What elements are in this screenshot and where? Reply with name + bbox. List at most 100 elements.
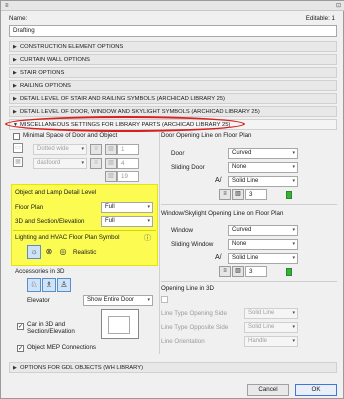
info-icon[interactable]: ⓘ [144,233,151,243]
object-lamp-title: Object and Lamp Detail Level [15,189,97,196]
cross-circle-icon[interactable]: ⊗ [42,245,56,259]
lamp-symbol-icon[interactable]: ☼ [27,245,41,259]
pen-weight-icon[interactable]: ≡ [219,189,231,200]
pen-number-3[interactable]: 19 [117,171,139,182]
pen-number-2[interactable]: 4 [117,158,139,169]
accessory-figure-icon[interactable]: ♗ [42,278,56,292]
elevator-value: Show Entire Door [87,297,135,303]
divider [161,281,337,282]
window-pen-number[interactable]: 3 [245,266,267,277]
section-door-window-symbols[interactable]: ▶ DETAIL LEVEL OF DOOR, WINDOW AND SKYLI… [9,106,337,117]
floor-plan-select[interactable]: Full ▾ [101,202,153,213]
accessory-chair-icon[interactable]: ♘ [27,278,41,292]
pen-weight-icon[interactable]: ≡ [219,266,231,277]
min-space-checkbox[interactable] [13,133,20,140]
pen-color-swatch[interactable] [286,191,292,199]
section-elevation-value: Full [105,218,115,224]
realistic-label: Realistic [73,249,97,256]
mep-checkbox[interactable]: ✓ [17,345,24,352]
sliding-door-value: None [232,164,247,170]
door-line-type-select[interactable]: Solid Line ▾ [228,176,298,187]
opening-3d-checkbox[interactable] [161,296,168,303]
line-style-icon: A/ [215,254,222,261]
realistic-symbol-icon[interactable]: ◎ [56,245,70,259]
line-orientation-value: Handle [248,338,268,344]
pen-number-1[interactable]: 1 [117,144,139,155]
min-space-label: Minimal Space of Door and Object [23,132,118,139]
menu-icon[interactable]: ≡ [5,3,9,9]
fill-icon[interactable]: ▧ [105,144,117,155]
ok-button[interactable]: OK [295,384,337,396]
pen-weight-icon[interactable]: ≡ [90,144,102,155]
chevron-right-icon: ▶ [13,83,17,89]
line-type-opposite-label: Line Type Opposite Side [161,324,229,331]
window-line-type-value: Solid Line [232,255,259,261]
sliding-door-select[interactable]: None ▾ [228,162,298,173]
chevron-down-icon: ▾ [292,310,295,316]
chevron-down-icon: ▾ [292,338,295,344]
line-style-icon: A/ [215,177,222,184]
section-gdl-objects[interactable]: ▶ OPTIONS FOR GDL OBJECTS (WH LIBRARY) [9,362,337,373]
section-stair[interactable]: ▶ STAIR OPTIONS [9,67,337,78]
section-elevation-label: 3D and Section/Elevation [15,218,85,225]
editable-indicator: Editable: 1 [305,15,335,22]
door-pen-number[interactable]: 3 [245,189,267,200]
divider [13,230,156,231]
dialog-titlebar: ≡ ⊡ [1,1,344,11]
chevron-down-icon: ▾ [147,297,150,303]
options-dialog: ≡ ⊡ Name: Editable: 1 Drafting ▶ CONSTRU… [0,0,344,399]
chevron-right-icon: ▶ [13,109,17,115]
section-label: CURTAIN WALL OPTIONS [20,57,90,63]
fill-icon[interactable]: ▧ [232,189,244,200]
section-construction-element[interactable]: ▶ CONSTRUCTION ELEMENT OPTIONS [9,41,337,52]
pin-icon[interactable]: ⊡ [336,2,341,9]
chevron-down-icon: ▾ [292,150,295,156]
cancel-button[interactable]: Cancel [247,384,289,396]
section-elevation-select[interactable]: Full ▾ [101,216,153,227]
name-input[interactable]: Drafting [9,25,337,37]
car-3d-label: Car in 3D and Section/Elevation [27,321,75,335]
section-label: CONSTRUCTION ELEMENT OPTIONS [20,44,124,50]
window-opening-title: Window/Skylight Opening Line on Floor Pl… [161,210,284,217]
section-stair-railing-symbols[interactable]: ▶ DETAIL LEVEL OF STAIR AND RAILING SYMB… [9,93,337,104]
chevron-right-icon: ▶ [13,44,17,50]
elevator-select[interactable]: Show Entire Door ▾ [83,295,153,306]
chevron-down-icon: ▾ [292,227,295,233]
car-3d-checkbox[interactable]: ✓ [17,323,24,330]
lighting-title: Lighting and HVAC Floor Plan Symbol [15,234,120,241]
sliding-window-select[interactable]: None ▾ [228,239,298,250]
line-type-select[interactable]: Dotted wide ▾ [33,144,87,155]
section-curtain-wall[interactable]: ▶ CURTAIN WALL OPTIONS [9,54,337,65]
fill-icon[interactable]: ▧ [105,171,117,182]
chevron-down-icon: ▾ [147,204,150,210]
pen-weight-icon[interactable]: ≡ [90,158,102,169]
line-type-side-select[interactable]: Solid Line ▾ [244,308,298,319]
window-label: Window [171,227,194,234]
line-type-icon: ▭ [13,143,23,153]
chevron-down-icon: ▾ [292,241,295,247]
line-type-opposite-select[interactable]: Solid Line ▾ [244,322,298,333]
door-value: Curved [232,150,252,156]
pen-color-swatch[interactable] [286,268,292,276]
window-line-type-select[interactable]: Solid Line ▾ [228,253,298,264]
door-opening-title: Door Opening Line on Floor Plan [161,132,252,139]
window-select[interactable]: Curved ▾ [228,225,298,236]
section-label: RAILING OPTIONS [20,83,71,89]
fill-icon[interactable]: ▧ [105,158,117,169]
line-type-side-label: Line Type Opening Side [161,310,227,317]
pen-icon: ▦ [13,157,23,167]
sliding-window-value: None [232,241,247,247]
chevron-right-icon: ▶ [13,70,17,76]
line-orientation-select[interactable]: Handle ▾ [244,336,298,347]
fill-icon[interactable]: ▧ [232,266,244,277]
door-select[interactable]: Curved ▾ [228,148,298,159]
chevron-right-icon: ▶ [13,57,17,63]
section-railing[interactable]: ▶ RAILING OPTIONS [9,80,337,91]
pen-select[interactable]: dasfoord ▾ [33,158,87,169]
chevron-down-icon: ▾ [81,146,84,152]
line-type-value: Dotted wide [37,146,69,152]
highlight-annotation [5,116,245,132]
pen-value: dasfoord [37,160,61,166]
floor-plan-label: Floor Plan [15,204,44,211]
accessory-item-icon[interactable]: ♙ [57,278,71,292]
